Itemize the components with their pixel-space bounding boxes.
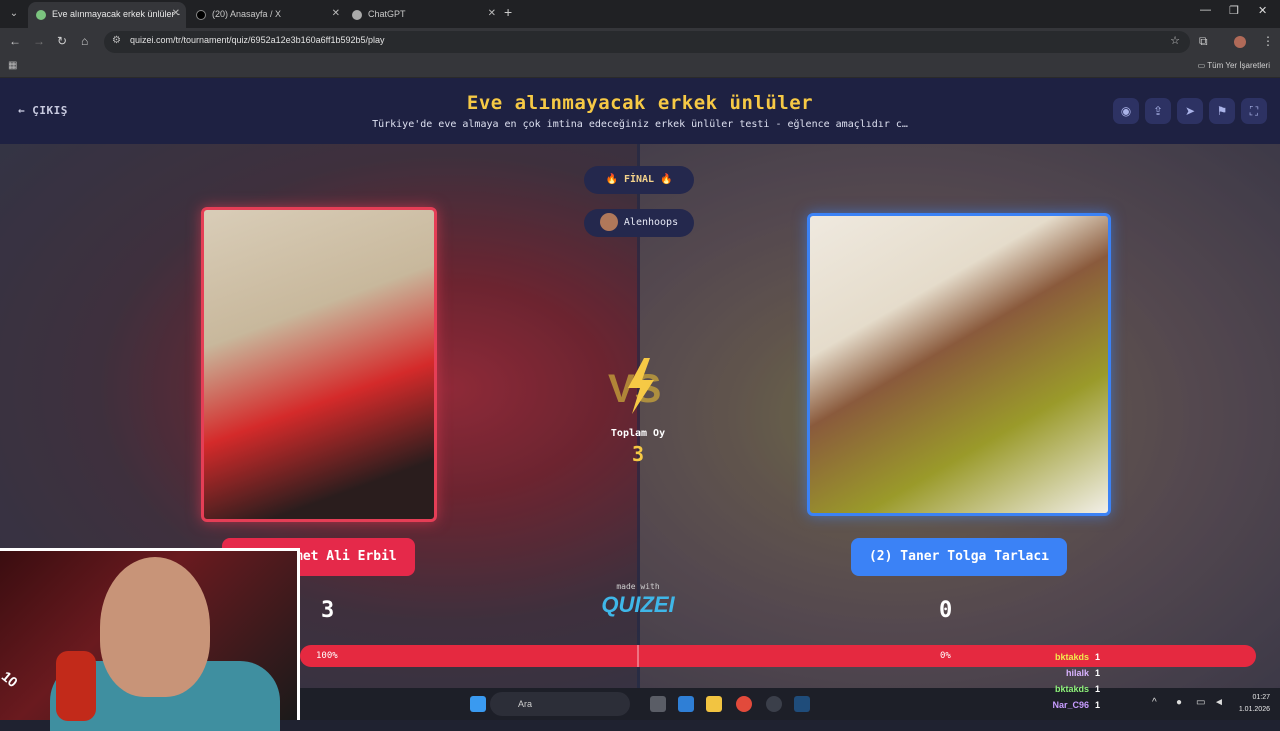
fullscreen-icon[interactable]: ⛶ (1241, 98, 1267, 124)
reload-icon[interactable]: ↻ (57, 34, 67, 48)
quizei-favicon-icon (36, 9, 46, 20)
close-window-icon[interactable]: ✕ (1258, 4, 1267, 17)
streamer-face (100, 557, 210, 697)
tab-search-button[interactable]: ⌄ (4, 4, 24, 24)
quiz-title: Eve alınmayacak erkek ünlüler (466, 92, 814, 114)
chat-message: bktakds 1 (1020, 652, 1100, 668)
vs-lightning-icon: VS (608, 358, 661, 414)
chat-text: 1 (1094, 668, 1100, 678)
chatgpt-favicon-icon (352, 9, 362, 20)
task-view-icon[interactable] (650, 696, 666, 712)
left-percent: 100% (316, 651, 338, 661)
right-percent: 0% (940, 651, 951, 661)
start-icon[interactable] (470, 696, 486, 712)
chat-text: 1 (1094, 684, 1100, 694)
address-bar: ← → ↻ ⌂ ⚙ quizei.com/tr/tournament/quiz/… (0, 28, 1280, 56)
url-input[interactable]: ⚙ quizei.com/tr/tournament/quiz/6952a12e… (104, 31, 1190, 53)
store-icon[interactable] (678, 696, 694, 712)
browser-tab-bar: ⌄ Eve alınmayacak erkek ünlüler - ✕ (20)… (0, 0, 1280, 28)
all-bookmarks-label: Tüm Yer İşaretleri (1207, 61, 1270, 70)
all-bookmarks-button[interactable]: ▭ Tüm Yer İşaretleri (1198, 61, 1270, 70)
left-vote-count: 3 (321, 598, 335, 623)
file-explorer-icon[interactable] (706, 696, 722, 712)
close-tab-icon[interactable]: ✕ (332, 2, 340, 26)
total-votes-label: Toplam Oy (610, 428, 666, 439)
home-icon[interactable]: ⌂ (81, 34, 88, 48)
new-tab-icon[interactable]: + (504, 4, 512, 20)
webcam-tag: 10 (0, 667, 21, 691)
x-favicon-icon (196, 9, 206, 20)
system-clock[interactable]: 01:27 1.01.2026 (1239, 692, 1270, 716)
steam-icon[interactable] (794, 696, 810, 712)
chrome-icon[interactable] (736, 696, 752, 712)
webcam-overlay: 10 (0, 548, 300, 731)
quiz-subtitle: Türkiye'de eve almaya en çok imtina edec… (372, 119, 908, 130)
send-icon[interactable]: ➤ (1177, 98, 1203, 124)
profile-avatar[interactable] (1234, 36, 1246, 48)
right-contestant-image[interactable] (807, 213, 1111, 516)
tab-x[interactable]: (20) Anasayfa / X ✕ (188, 2, 346, 28)
bookmarks-bar: ▦ ▭ Tüm Yer İşaretleri (0, 56, 1280, 78)
chat-message: Nar_C96 1 (1020, 700, 1100, 716)
tab-title: Eve alınmayacak erkek ünlüler - (52, 9, 181, 19)
avatar (599, 213, 618, 231)
close-tab-icon[interactable]: ✕ (488, 2, 496, 26)
quizei-logo[interactable]: QUIZEI (588, 592, 688, 618)
flag-icon[interactable]: ⚑ (1209, 98, 1235, 124)
close-tab-icon[interactable]: ✕ (172, 2, 180, 26)
minimize-icon[interactable]: — (1200, 4, 1211, 16)
clock-time: 01:27 (1252, 694, 1270, 701)
chat-text: 1 (1094, 700, 1100, 710)
url-text: quizei.com/tr/tournament/quiz/6952a12e3b… (130, 35, 385, 45)
tab-title: (20) Anasayfa / X (212, 9, 282, 19)
bookmark-star-icon[interactable]: ☆ (1170, 34, 1180, 47)
share-icon[interactable]: ⇪ (1145, 98, 1171, 124)
microphone (56, 651, 96, 721)
site-info-icon[interactable]: ⚙ (112, 35, 121, 46)
progress-divider (637, 645, 639, 667)
tab-title: ChatGPT (368, 9, 406, 19)
forward-icon[interactable]: → (33, 34, 45, 48)
vote-progress-bar: 100% 0% (300, 645, 1256, 667)
search-placeholder: Ara (518, 699, 533, 709)
final-badge: 🔥 FİNAL 🔥 (584, 166, 694, 194)
chat-text: 1 (1094, 652, 1100, 662)
left-contestant-image[interactable] (201, 207, 437, 522)
creator-badge[interactable]: Alenhoops (584, 209, 694, 237)
tray-chevron-icon[interactable]: ^ (1152, 697, 1157, 708)
svg-text:VS: VS (608, 367, 661, 411)
chat-message: hilalk 1 (1020, 668, 1100, 684)
chat-username: Nar_C96 (1052, 700, 1089, 710)
made-with-label: made with (616, 582, 660, 591)
chat-username: bktakds (1054, 652, 1089, 662)
volume-icon[interactable]: ◄ (1214, 697, 1224, 708)
quiz-header: ← ÇIKIŞ Eve alınmayacak erkek ünlüler Tü… (0, 78, 1280, 144)
taskbar-search[interactable]: Ara (490, 692, 630, 716)
tab-quizei[interactable]: Eve alınmayacak erkek ünlüler - ✕ (28, 2, 186, 28)
app-icon[interactable] (766, 696, 782, 712)
restore-icon[interactable]: ❐ (1229, 4, 1239, 17)
right-vote-count: 0 (939, 598, 953, 623)
chat-message: bktakds 1 (1020, 684, 1100, 700)
total-votes-value: 3 (631, 442, 645, 466)
eye-icon[interactable]: ◉ (1113, 98, 1139, 124)
extensions-icon[interactable]: ⧉ (1199, 34, 1208, 49)
creator-name: Alenhoops (623, 217, 679, 228)
stream-chat-overlay: bktakds 1 hilalk 1 bktakds 1 Nar_C96 1 (1020, 652, 1100, 716)
chat-username: hilalk (1065, 668, 1089, 678)
apps-grid-icon[interactable]: ▦ (8, 60, 17, 71)
back-icon[interactable]: ← (9, 34, 21, 48)
clock-date: 1.01.2026 (1238, 706, 1270, 713)
windows-taskbar: Ara ^ ● ▭ ◄ 01:27 1.01.2026 (300, 688, 1280, 720)
tab-chatgpt[interactable]: ChatGPT ✕ (344, 2, 502, 28)
right-contestant-button[interactable]: (2) Taner Tolga Tarlacı (851, 538, 1067, 576)
network-icon[interactable]: ▭ (1196, 697, 1205, 708)
chat-username: bktakds (1054, 684, 1089, 694)
microphone-icon[interactable]: ● (1176, 697, 1182, 708)
menu-icon[interactable]: ⋮ (1262, 34, 1274, 48)
